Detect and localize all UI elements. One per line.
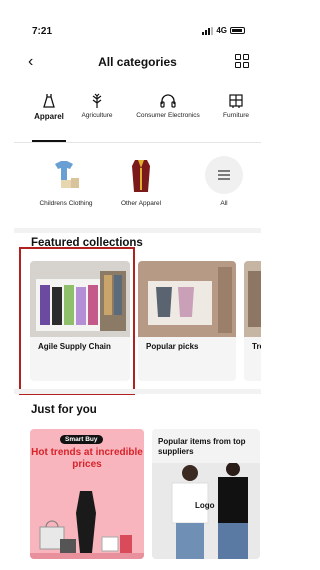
logo-text-shirt: Logo [195, 501, 215, 510]
tab-furniture[interactable]: Furniture [216, 92, 256, 119]
scan-grid-icon[interactable] [235, 54, 249, 68]
other-apparel-image [122, 156, 160, 194]
subcategory-other-apparel[interactable]: Other Apparel [110, 156, 172, 207]
tab-consumer-electronics[interactable]: Consumer Electronics [130, 92, 206, 119]
battery-icon [230, 27, 245, 34]
just-for-you-title: Just for you [31, 404, 97, 416]
subcategory-label: All [220, 200, 228, 207]
subcategory-row: Childrens Clothing Other Apparel All [14, 156, 261, 216]
network-label: 4G [216, 26, 227, 35]
tab-apparel[interactable]: Apparel [28, 92, 70, 121]
card-label: Popular picks [146, 342, 199, 351]
top-suppliers-caption: Popular items from top suppliers [158, 437, 246, 456]
subcategory-all[interactable]: All [204, 156, 244, 207]
smart-buy-label: Smart Buy [65, 436, 98, 443]
tab-agriculture[interactable]: Agriculture [76, 92, 118, 119]
divider [14, 142, 261, 143]
headphones-icon [130, 92, 206, 110]
category-tabs: Apparel Agriculture Consumer Electronics… [14, 92, 261, 142]
collection-card-popular-picks[interactable]: Popular picks [138, 261, 236, 381]
furniture-icon [216, 92, 256, 110]
smart-buy-chip: Smart Buy [60, 435, 103, 444]
popular-picks-image [138, 261, 236, 337]
all-button-wrap [205, 156, 243, 194]
trending-image [244, 261, 261, 337]
dress-icon [28, 92, 70, 110]
top-suppliers-card[interactable]: Popular items from top suppliers Logo [152, 429, 260, 559]
promo-products-image [30, 491, 144, 559]
section-separator [14, 389, 261, 394]
header: ‹ All categories [14, 52, 261, 78]
list-icon [205, 156, 243, 194]
collection-card-trending[interactable]: Tre [244, 261, 261, 381]
suppliers-products-image [152, 463, 260, 559]
tab-label: Agriculture [81, 112, 113, 119]
status-indicators: 4G [202, 26, 245, 35]
tab-label: Furniture [222, 112, 249, 119]
childrens-clothing-image [47, 156, 85, 194]
subcategory-label: Childrens Clothing [39, 200, 93, 207]
signal-icon [202, 26, 214, 35]
tab-label: Apparel [34, 112, 64, 121]
app-screen: 7:21 4G ‹ All categories Apparel Agricul… [14, 14, 261, 562]
subcategory-childrens-clothing[interactable]: Childrens Clothing [32, 156, 100, 207]
card-label: Tre [252, 342, 261, 351]
status-time: 7:21 [32, 26, 53, 37]
subcategory-label: Other Apparel [120, 200, 162, 207]
selection-highlight [19, 247, 135, 395]
section-separator [14, 228, 261, 233]
tab-label: Consumer Electronics [136, 112, 200, 119]
page-title: All categories [98, 55, 177, 69]
promo-headline: Hot trends at incredible prices [31, 447, 143, 470]
status-bar: 7:21 4G [14, 14, 261, 44]
smart-buy-promo[interactable]: Smart Buy Hot trends at incredible price… [30, 429, 144, 559]
leaf-icon [76, 92, 118, 110]
